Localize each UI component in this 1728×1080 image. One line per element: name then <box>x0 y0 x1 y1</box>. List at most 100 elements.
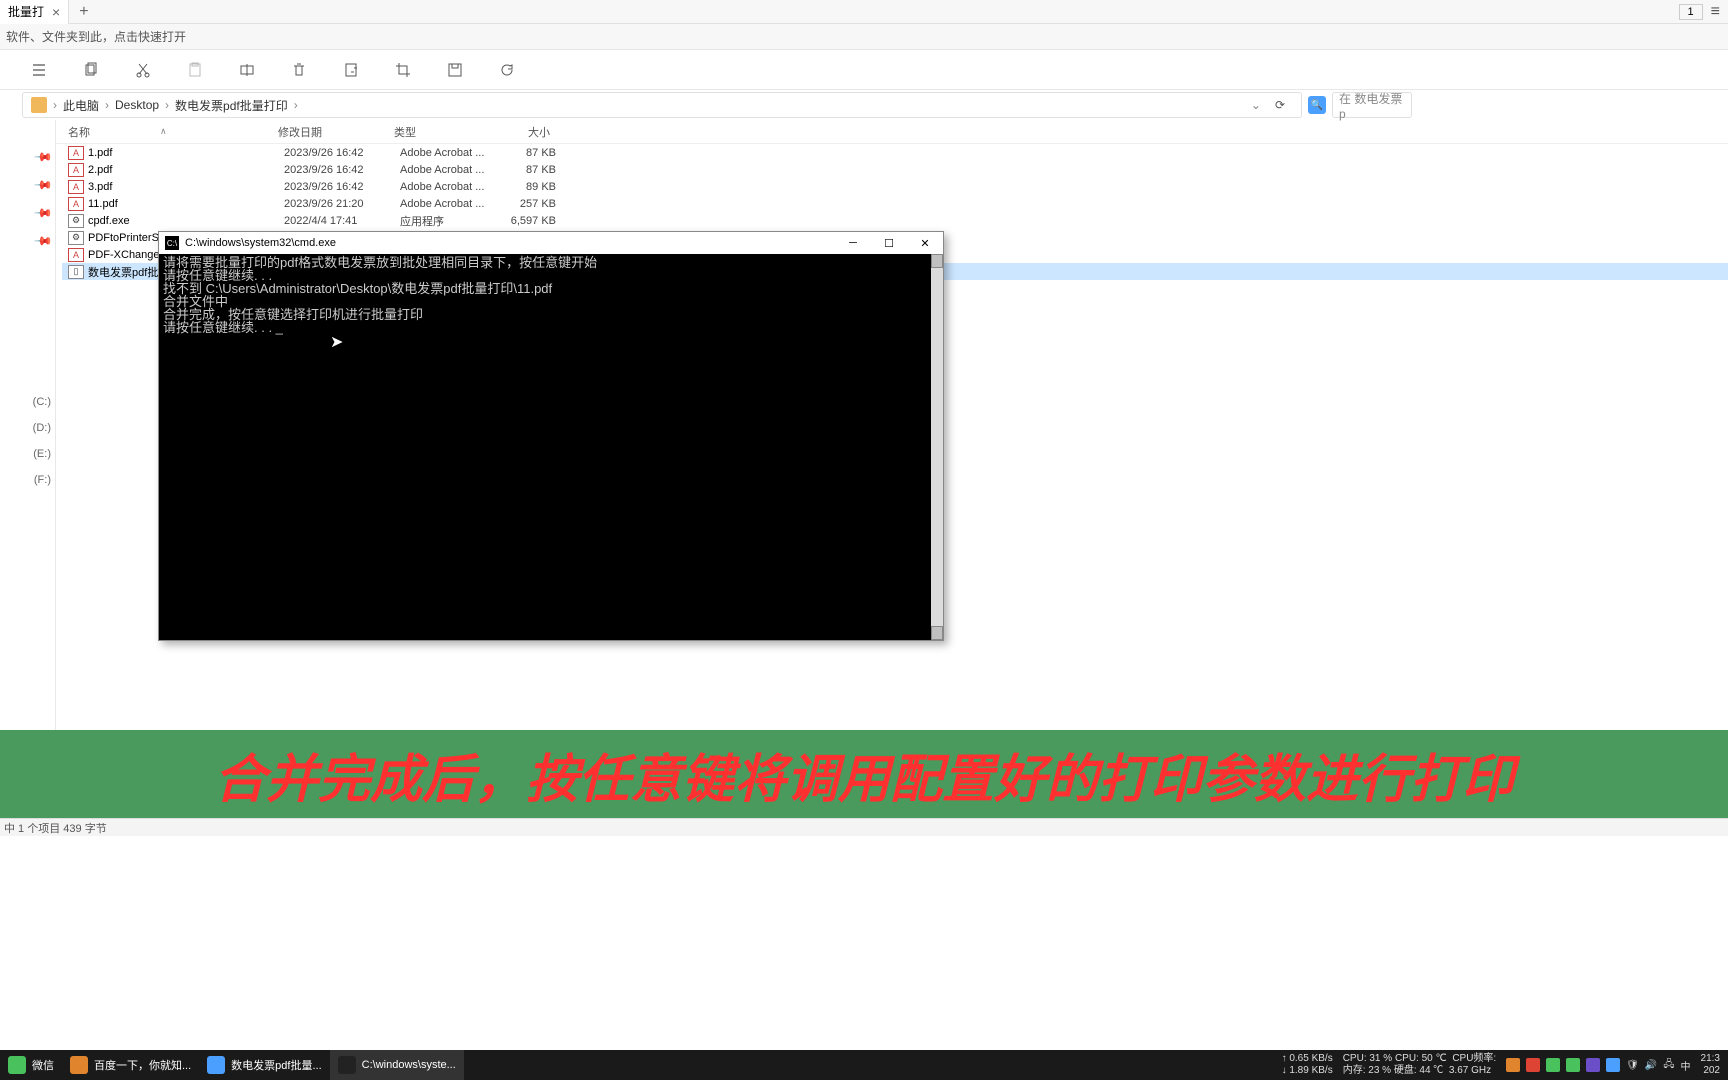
col-size[interactable]: 大小 <box>490 124 550 140</box>
cmd-window: C:\ C:\windows\system32\cmd.exe ─ ☐ ✕ 请将… <box>158 231 944 641</box>
file-size: 6,597 KB <box>496 215 556 227</box>
pin-icon[interactable]: 📌 <box>33 203 53 223</box>
ime-indicator[interactable]: 中 <box>1681 1058 1691 1073</box>
new-file-icon[interactable] <box>342 61 360 79</box>
drive-e[interactable]: (E:) <box>33 448 51 460</box>
file-name: 11.pdf <box>88 198 284 210</box>
cmd-output[interactable]: 请将需要批量打印的pdf格式数电发票放到批处理相同目录下，按任意键开始请按任意键… <box>159 254 943 640</box>
tray-icon[interactable] <box>1506 1058 1520 1072</box>
tab-title: 批量打 <box>8 3 44 20</box>
bat-icon: ▯ <box>68 265 84 279</box>
net-down: ↓ 1.89 KB/s <box>1282 1065 1333 1077</box>
file-row[interactable]: A1.pdf2023/9/26 16:42Adobe Acrobat ...87… <box>62 144 1728 161</box>
pin-icon[interactable]: 📌 <box>33 147 53 167</box>
tray-icon[interactable] <box>1526 1058 1540 1072</box>
col-type[interactable]: 类型 <box>394 124 490 140</box>
taskbar-item[interactable]: 百度一下，你就知... <box>62 1050 199 1080</box>
file-date: 2023/9/26 16:42 <box>284 181 400 193</box>
copy-icon[interactable] <box>82 61 100 79</box>
taskbar-item[interactable]: C:\windows\syste... <box>330 1050 464 1080</box>
delete-icon[interactable] <box>290 61 308 79</box>
file-row[interactable]: A2.pdf2023/9/26 16:42Adobe Acrobat ...87… <box>62 161 1728 178</box>
sort-icon[interactable]: ∧ <box>160 126 167 137</box>
taskbar-label: 数电发票pdf批量... <box>231 1057 321 1073</box>
cpu-freq-label: CPU频率: <box>1452 1053 1496 1064</box>
cmd-scrollbar[interactable] <box>931 254 943 640</box>
save-icon[interactable] <box>446 61 464 79</box>
scroll-up-icon[interactable] <box>931 254 943 268</box>
file-name: cpdf.exe <box>88 215 284 227</box>
tray-icon[interactable] <box>1546 1058 1560 1072</box>
scroll-down-icon[interactable] <box>931 626 943 640</box>
app-icon <box>70 1056 88 1074</box>
crop-icon[interactable] <box>394 61 412 79</box>
drive-f[interactable]: (F:) <box>34 474 51 486</box>
chevron-icon[interactable]: › <box>294 98 298 112</box>
drive-d[interactable]: (D:) <box>33 422 51 434</box>
col-name[interactable]: 名称 <box>68 124 90 140</box>
file-row[interactable]: A 11.pdf2023/9/26 21:20Adobe Acrobat ...2… <box>62 195 1728 212</box>
app-icon <box>338 1056 356 1074</box>
pin-icon[interactable]: 📌 <box>33 231 53 251</box>
maximize-button[interactable]: ☐ <box>871 232 907 254</box>
menu-icon[interactable]: ≡ <box>1711 3 1720 21</box>
chevron-icon[interactable]: › <box>53 98 57 112</box>
file-type: Adobe Acrobat ... <box>400 147 496 159</box>
minimize-button[interactable]: ─ <box>835 232 871 254</box>
volume-icon[interactable]: 🔊 <box>1645 1060 1657 1071</box>
close-icon[interactable]: × <box>52 4 60 20</box>
new-tab-button[interactable]: + <box>69 3 98 21</box>
pdf-icon: A <box>68 180 84 194</box>
tray-icon[interactable] <box>1566 1058 1580 1072</box>
tab-active[interactable]: 批量打 × <box>0 0 69 24</box>
exe-icon: ⚙ <box>68 231 84 245</box>
file-type: Adobe Acrobat ... <box>400 198 496 210</box>
tray-icon[interactable] <box>1606 1058 1620 1072</box>
sidebar: 📌 📌 📌 📌 (C:) (D:) (E:) (F:) <box>0 120 56 820</box>
folder-icon <box>31 97 47 113</box>
toolbar <box>0 50 1728 90</box>
close-button[interactable]: ✕ <box>907 232 943 254</box>
chevron-icon[interactable]: › <box>105 98 109 112</box>
refresh-icon[interactable]: ⟳ <box>1267 98 1293 112</box>
search-placeholder: 在 数电发票p <box>1339 90 1405 121</box>
file-date: 2023/9/26 21:20 <box>284 198 400 210</box>
search-input[interactable]: 在 数电发票p <box>1332 92 1412 118</box>
drive-c[interactable]: (C:) <box>33 396 51 408</box>
clock-time[interactable]: 21:3 <box>1701 1053 1720 1065</box>
dropdown-icon[interactable]: ⌄ <box>1251 98 1261 112</box>
search-button[interactable]: 🔍 <box>1308 96 1326 114</box>
crumb-folder[interactable]: 数电发票pdf批量打印 <box>175 97 288 114</box>
freq-stat: 3.67 GHz <box>1449 1065 1491 1076</box>
network-icon[interactable]: 🖧 <box>1663 1057 1674 1074</box>
address-bar[interactable]: › 此电脑 › Desktop › 数电发票pdf批量打印 › ⌄ ⟳ <box>22 92 1302 118</box>
file-row[interactable]: A3.pdf2023/9/26 16:42Adobe Acrobat ...89… <box>62 178 1728 195</box>
taskbar-label: 百度一下，你就知... <box>94 1057 191 1073</box>
caption-text: 合并完成后，按任意键将调用配置好的打印参数进行打印 <box>214 737 1514 812</box>
taskbar: 微信 百度一下，你就知... 数电发票pdf批量... C:\windows\syst… <box>0 1050 1728 1080</box>
col-date[interactable]: 修改日期 <box>278 124 394 140</box>
taskbar-item[interactable]: 数电发票pdf批量... <box>199 1050 329 1080</box>
refresh-icon[interactable] <box>498 61 516 79</box>
pin-icon[interactable]: 📌 <box>33 175 53 195</box>
paste-icon[interactable] <box>186 61 204 79</box>
cmd-line: 请按任意键继续. . . _ <box>163 321 939 334</box>
file-date: 2023/9/26 16:42 <box>284 147 400 159</box>
file-row[interactable]: ⚙cpdf.exe2022/4/4 17:41应用程序6,597 KB <box>62 212 1728 229</box>
shield-icon[interactable]: 🛡 <box>1626 1060 1639 1071</box>
rename-icon[interactable] <box>238 61 256 79</box>
file-date: 2023/9/26 16:42 <box>284 164 400 176</box>
system-tray[interactable]: 🛡 🔊 🖧 中 <box>1506 1057 1690 1074</box>
pdf-icon: A <box>68 197 84 211</box>
crumb-desktop[interactable]: Desktop <box>115 98 159 112</box>
crumb-root[interactable]: 此电脑 <box>63 97 99 114</box>
taskbar-item[interactable]: 微信 <box>0 1050 62 1080</box>
file-size: 257 KB <box>496 198 556 210</box>
cmd-titlebar[interactable]: C:\ C:\windows\system32\cmd.exe ─ ☐ ✕ <box>159 232 943 254</box>
chevron-icon[interactable]: › <box>165 98 169 112</box>
clock-date[interactable]: 202 <box>1701 1065 1720 1077</box>
tab-count-badge[interactable]: 1 <box>1679 4 1703 20</box>
list-icon[interactable] <box>30 61 48 79</box>
cut-icon[interactable] <box>134 61 152 79</box>
tray-icon[interactable] <box>1586 1058 1600 1072</box>
